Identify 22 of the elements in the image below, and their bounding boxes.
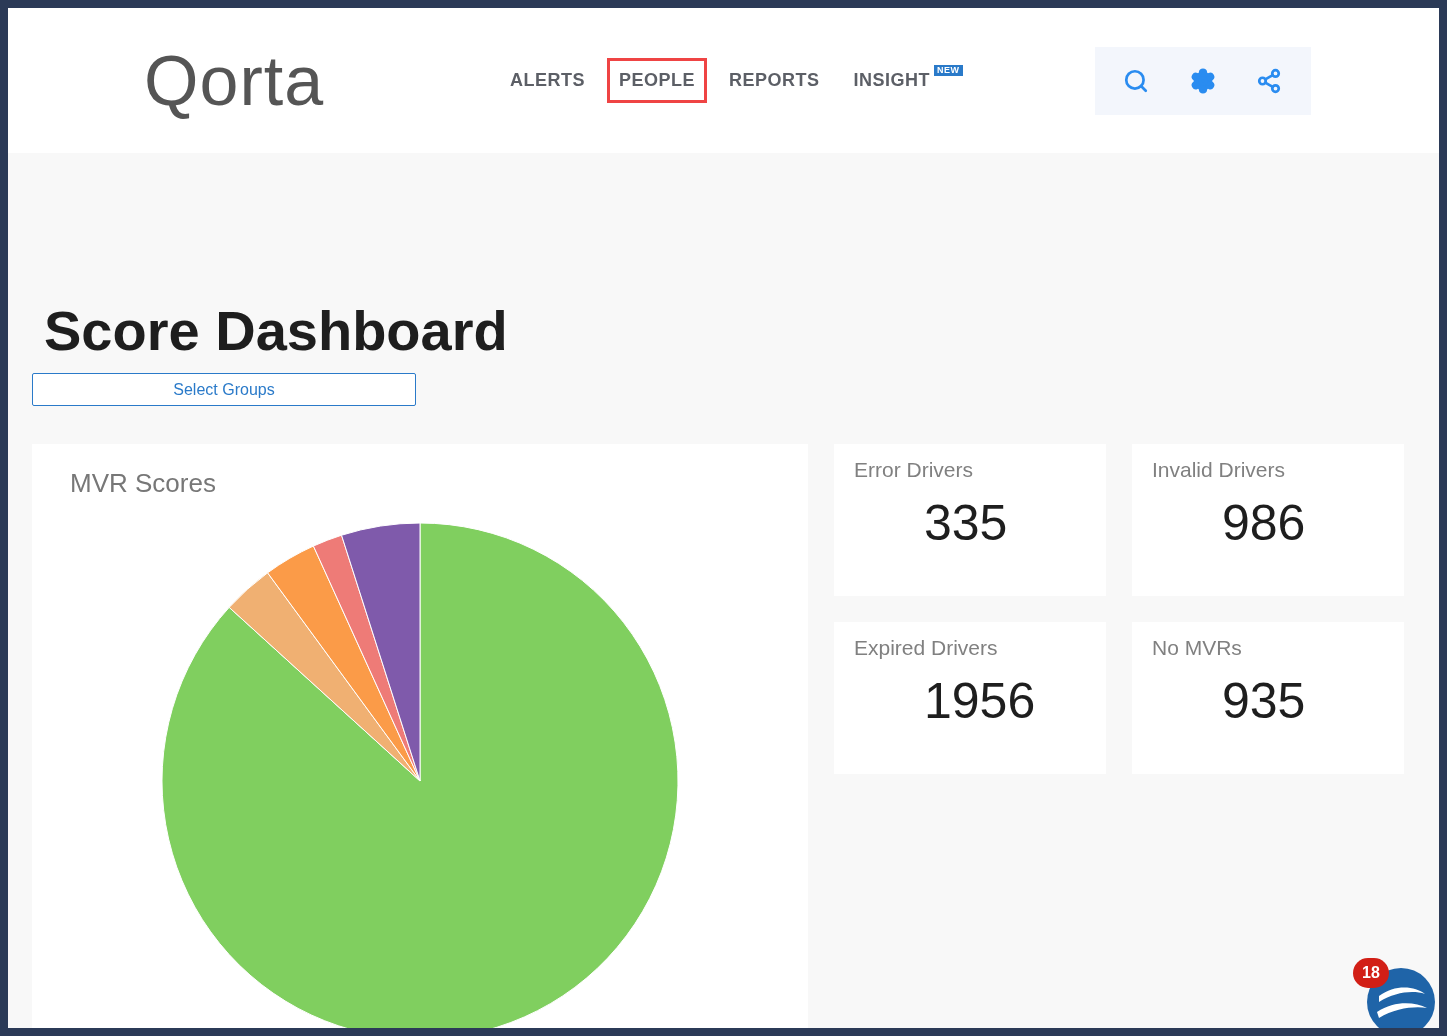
stat-label: Expired Drivers <box>854 635 999 661</box>
stat-value: 935 <box>1222 675 1307 726</box>
nav-link[interactable]: PEOPLE <box>607 58 708 103</box>
stat-label: No MVRs <box>1152 635 1243 661</box>
nav-link[interactable]: REPORTS <box>717 58 832 103</box>
settings-icon[interactable] <box>1189 67 1216 94</box>
share-icon[interactable] <box>1256 67 1283 94</box>
search-icon[interactable] <box>1122 67 1149 94</box>
stat-value: 986 <box>1222 497 1307 548</box>
notification-badge: 18 <box>1353 958 1389 988</box>
stat-label: Error Drivers <box>854 457 974 483</box>
chat-logo-icon[interactable] <box>1365 966 1437 1028</box>
card-title: MVR Scores <box>70 467 217 500</box>
stat-label: Invalid Drivers <box>1152 457 1287 483</box>
page-title: Score Dashboard <box>44 303 509 359</box>
new-badge: NEW <box>934 65 963 76</box>
stat-value: 335 <box>924 497 1009 548</box>
nav-link[interactable]: ALERTS <box>498 58 597 103</box>
select-groups-button[interactable]: Select Groups <box>32 373 416 406</box>
logo-wordmark: Qorta <box>144 41 325 120</box>
nav-link[interactable]: INSIGHT NEW <box>841 58 975 103</box>
stat-value: 1956 <box>924 675 1037 726</box>
